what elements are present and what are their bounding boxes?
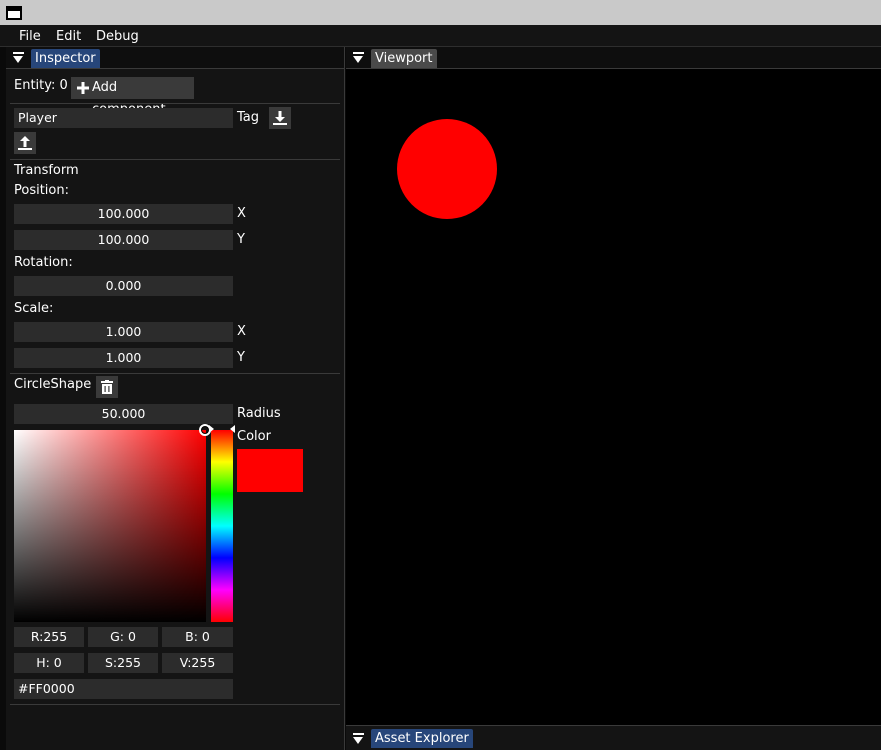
rendered-circle-entity[interactable] xyxy=(397,119,497,219)
radius-label: Radius xyxy=(237,406,281,421)
divider xyxy=(10,704,340,705)
asset-explorer-header: Asset Explorer xyxy=(346,726,881,748)
tag-label: Tag xyxy=(237,110,260,125)
position-label: Position: xyxy=(14,183,69,198)
radius-input[interactable]: 50.000 xyxy=(14,404,233,424)
export-button[interactable] xyxy=(14,132,36,154)
inspector-header: Inspector xyxy=(6,47,344,69)
trash-icon xyxy=(101,380,113,394)
collapse-triangle-icon[interactable] xyxy=(13,52,24,64)
collapse-triangle-icon[interactable] xyxy=(353,52,364,64)
menu-edit[interactable]: Edit xyxy=(56,28,81,45)
hex-color-input[interactable]: #FF0000 xyxy=(14,679,233,699)
saturation-value-picker[interactable] xyxy=(14,430,206,622)
hue-slider-handle-right[interactable] xyxy=(230,425,235,433)
tab-viewport[interactable]: Viewport xyxy=(371,49,437,68)
upload-icon xyxy=(18,136,32,150)
color-preview-swatch[interactable] xyxy=(237,449,303,492)
window-titlebar xyxy=(0,0,881,25)
hue-input[interactable]: H: 0 xyxy=(14,653,84,673)
viewport-header: Viewport xyxy=(346,47,881,69)
red-input[interactable]: R:255 xyxy=(14,627,84,647)
scale-x-label: X xyxy=(237,324,246,339)
saturation-input[interactable]: S:255 xyxy=(88,653,158,673)
collapse-triangle-icon[interactable] xyxy=(353,733,364,745)
entity-label: Entity: 0 xyxy=(14,78,68,93)
rotation-label: Rotation: xyxy=(14,255,73,270)
menu-debug[interactable]: Debug xyxy=(96,28,139,45)
remove-component-button[interactable] xyxy=(96,376,118,398)
scale-y-label: Y xyxy=(237,350,245,365)
entity-name-input[interactable]: Player xyxy=(14,108,233,128)
add-component-button[interactable]: Add component xyxy=(71,77,194,117)
value-input[interactable]: V:255 xyxy=(162,653,233,673)
plus-icon xyxy=(77,82,89,94)
transform-title: Transform xyxy=(14,163,79,178)
scale-x-input[interactable]: 1.000 xyxy=(14,322,233,342)
asset-explorer-panel: Asset Explorer xyxy=(346,725,881,750)
color-label: Color xyxy=(237,429,271,444)
divider xyxy=(10,159,340,160)
blue-input[interactable]: B: 0 xyxy=(162,627,233,647)
menu-bar: File Edit Debug xyxy=(0,25,881,47)
position-y-input[interactable]: 100.000 xyxy=(14,230,233,250)
hue-slider[interactable] xyxy=(211,430,233,622)
green-input[interactable]: G: 0 xyxy=(88,627,158,647)
circleshape-title: CircleShape xyxy=(14,377,92,392)
tab-inspector[interactable]: Inspector xyxy=(31,49,100,68)
position-x-label: X xyxy=(237,206,246,221)
import-button[interactable] xyxy=(269,107,291,129)
position-y-label: Y xyxy=(237,232,245,247)
hue-slider-handle-left[interactable] xyxy=(209,425,214,433)
scale-label: Scale: xyxy=(14,301,54,316)
scale-y-input[interactable]: 1.000 xyxy=(14,348,233,368)
rotation-input[interactable]: 0.000 xyxy=(14,276,233,296)
app-window-icon xyxy=(6,6,22,20)
tab-asset-explorer[interactable]: Asset Explorer xyxy=(371,729,473,748)
menu-file[interactable]: File xyxy=(19,28,41,45)
download-icon xyxy=(273,111,287,125)
viewport-panel[interactable]: Viewport xyxy=(346,47,881,725)
divider xyxy=(10,103,340,104)
position-x-input[interactable]: 100.000 xyxy=(14,204,233,224)
divider xyxy=(10,373,340,374)
